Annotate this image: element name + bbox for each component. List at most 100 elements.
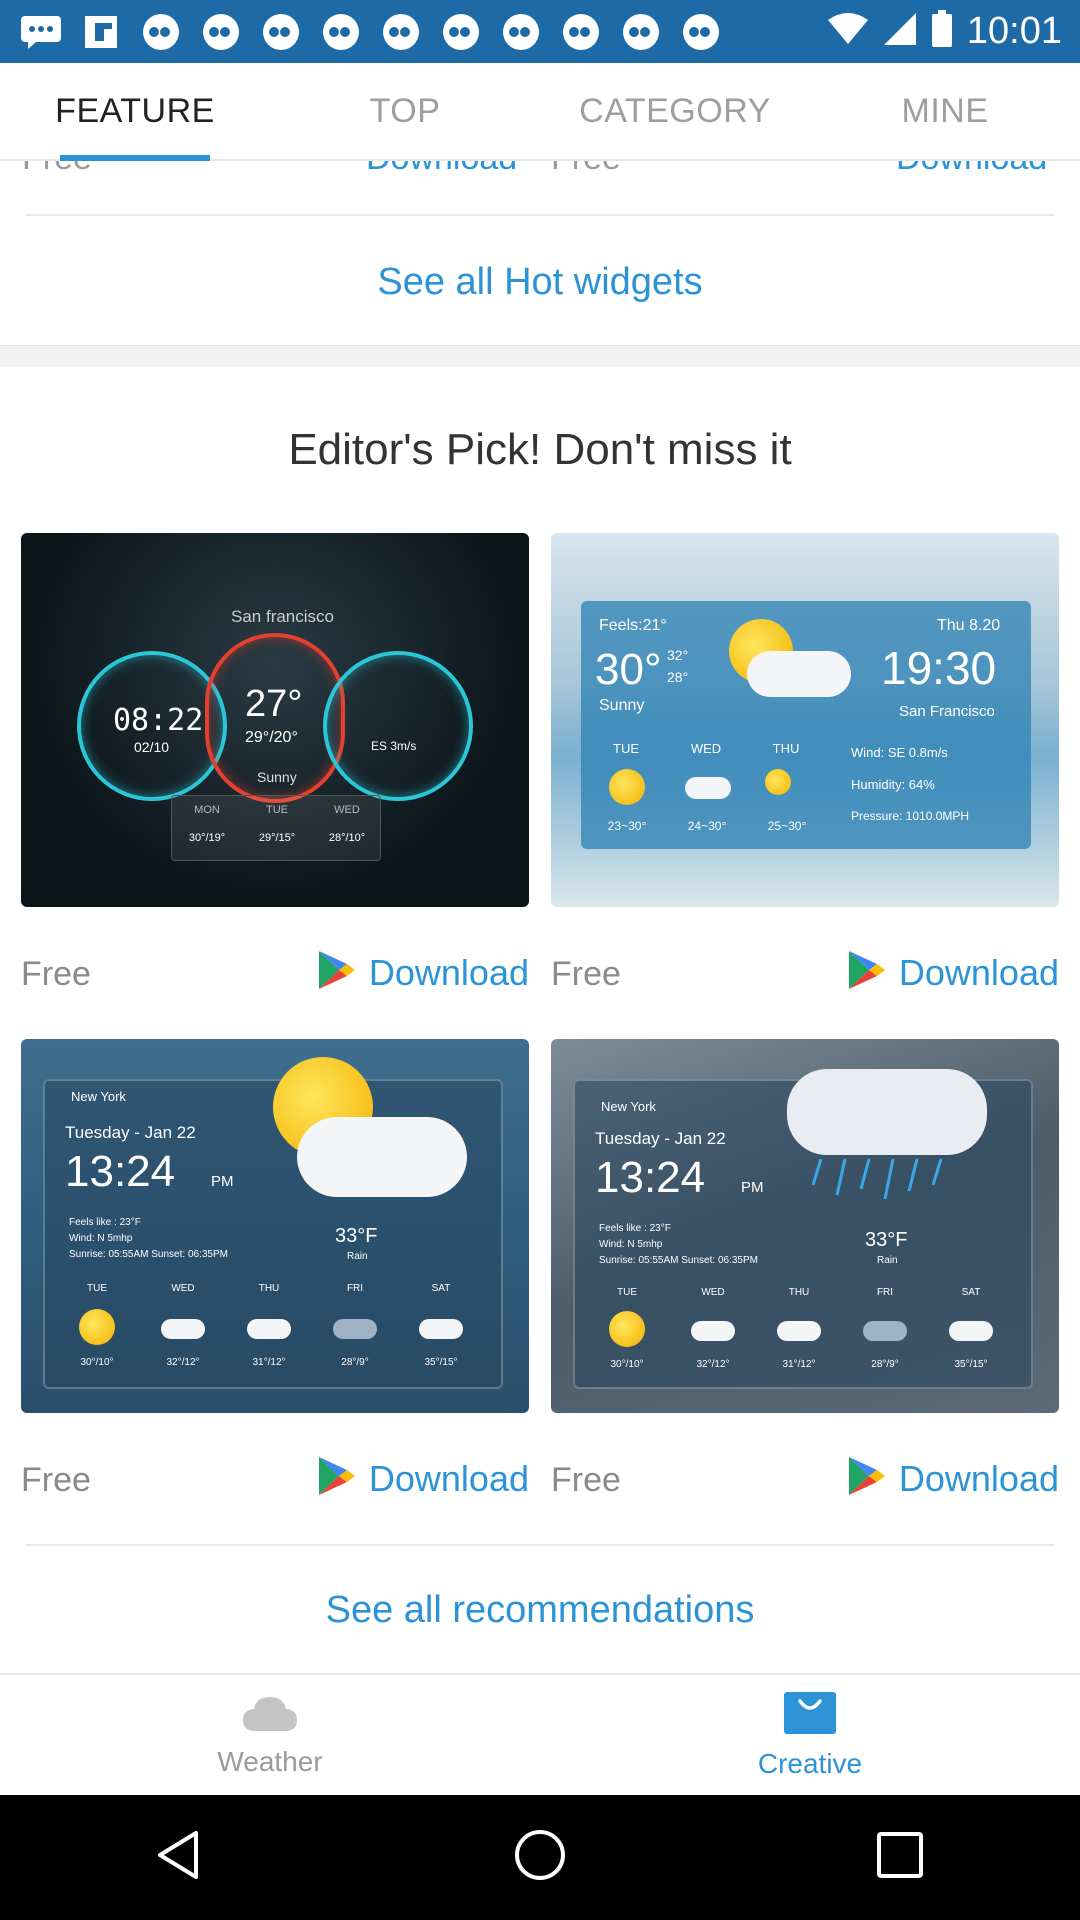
preview-condition: Sunny	[257, 769, 297, 785]
play-store-icon	[847, 949, 887, 996]
tab-category[interactable]: CATEGORY	[540, 63, 810, 159]
widget-card[interactable]: San francisco 08:22 02/10 27° 29°/20° Su…	[21, 533, 529, 1037]
forecast-temp: 31°/12°	[252, 1357, 286, 1368]
home-icon[interactable]	[512, 1827, 568, 1888]
forecast-temp: 31°/12°	[782, 1359, 816, 1370]
cloud-icon	[863, 1321, 907, 1341]
preview-wind: Wind: SE 0.8m/s	[851, 745, 948, 760]
preview-date: Thu 8.20	[937, 617, 1001, 634]
partial-card-row: Free Download Free Download	[0, 161, 1080, 179]
card-meta: Free Download	[21, 1413, 529, 1543]
play-store-icon	[317, 949, 357, 996]
sun-icon	[609, 1311, 645, 1347]
see-all-hot-widgets-link[interactable]: See all Hot widgets	[0, 261, 1080, 304]
tab-mine[interactable]: MINE	[810, 63, 1080, 159]
preview-date: 02/10	[134, 739, 170, 755]
forecast-day: TUE	[617, 1287, 637, 1298]
sun-icon	[765, 769, 791, 795]
widget-card[interactable]: New York Tuesday - Jan 22 13:24 PM Feels…	[21, 1039, 529, 1543]
abc-icon	[678, 9, 724, 55]
widget-preview-image[interactable]: San francisco 08:22 02/10 27° 29°/20° Su…	[21, 533, 529, 907]
widget-card[interactable]: Feels:21° 30° 32° 28° Sunny Thu 8.20 19:…	[551, 533, 1059, 1037]
top-tabs: FEATURE TOP CATEGORY MINE	[0, 63, 1080, 161]
preview-humidity: Humidity: 64%	[851, 777, 935, 792]
bottom-navigation: Weather Creative	[0, 1673, 1080, 1795]
divider	[26, 1544, 1054, 1546]
nav-creative[interactable]: Creative	[540, 1675, 1080, 1795]
sun-icon	[609, 769, 645, 805]
preview-city: New York	[71, 1089, 126, 1104]
partial-download-left[interactable]: Download	[366, 161, 517, 178]
preview-city: New York	[601, 1099, 656, 1114]
card-meta: Free Download	[551, 907, 1059, 1037]
download-button[interactable]: Download	[317, 949, 529, 996]
preview-range: 29°/20°	[245, 729, 298, 746]
forecast-range: 24~30°	[687, 819, 727, 833]
preview-condition: Rain	[877, 1255, 898, 1266]
preview-pressure: Pressure: 1010.0MPH	[851, 809, 970, 823]
abc-icon	[318, 9, 364, 55]
preview-date: Tuesday - Jan 22	[65, 1123, 196, 1142]
download-button[interactable]: Download	[317, 1455, 529, 1502]
preview-time: 13:24	[595, 1153, 706, 1202]
see-all-recommendations-link[interactable]: See all recommendations	[0, 1589, 1080, 1632]
wifi-icon	[827, 12, 869, 51]
shopping-bag-icon	[783, 1691, 837, 1740]
forecast-temp: 32°/12°	[696, 1359, 730, 1370]
forecast-temp: 35°/15°	[424, 1357, 458, 1368]
download-button[interactable]: Download	[847, 949, 1059, 996]
cloud-icon	[333, 1319, 377, 1339]
preview-feels: Feels:21°	[599, 617, 667, 634]
card-meta: Free Download	[551, 1413, 1059, 1543]
widget-preview-image[interactable]: New York Tuesday - Jan 22 13:24 PM Feels…	[21, 1039, 529, 1413]
preview-high: 32°	[667, 647, 689, 663]
forecast-temp: 28°/9°	[871, 1359, 899, 1370]
nav-weather[interactable]: Weather	[0, 1675, 540, 1795]
preview-city: San francisco	[231, 607, 334, 626]
tab-feature[interactable]: FEATURE	[0, 63, 270, 161]
preview-time: 13:24	[65, 1147, 176, 1196]
tab-top[interactable]: TOP	[270, 63, 540, 159]
abc-icon	[558, 9, 604, 55]
nav-weather-label: Weather	[217, 1745, 323, 1777]
preview-sunrise: Sunrise: 05:55AM Sunset: 06:35PM	[599, 1255, 758, 1266]
preview-temp: 33°F	[335, 1225, 378, 1247]
cloud-icon	[161, 1319, 205, 1339]
status-time: 10:01	[966, 10, 1062, 52]
status-bar: 10:01	[0, 0, 1080, 63]
cloud-icon	[247, 1319, 291, 1339]
preview-wind: Wind: N 5mhp	[69, 1233, 133, 1244]
recents-icon[interactable]	[872, 1827, 928, 1888]
forecast-day: FRI	[346, 1283, 364, 1294]
forecast-temp: 30°/10°	[610, 1359, 644, 1370]
forecast-day: THU	[788, 1287, 810, 1298]
back-icon[interactable]	[152, 1827, 208, 1888]
partial-price-left: Free	[22, 161, 92, 178]
forecast-day: FRI	[876, 1287, 894, 1298]
abc-icon	[198, 9, 244, 55]
widget-preview-image[interactable]: Feels:21° 30° 32° 28° Sunny Thu 8.20 19:…	[551, 533, 1059, 907]
abc-icon	[438, 9, 484, 55]
widget-card[interactable]: New York Tuesday - Jan 22 13:24 PM Feels…	[551, 1039, 1059, 1543]
cloud-icon	[747, 651, 851, 697]
forecast-temp: 30°/10°	[80, 1357, 114, 1368]
cloud-icon	[949, 1321, 993, 1341]
widget-preview-image[interactable]: New York Tuesday - Jan 22 13:24 PM Feels…	[551, 1039, 1059, 1413]
partial-download-right[interactable]: Download	[896, 161, 1047, 178]
preview-forecast: MON TUE WED 30°/19° 29°/15° 28°/10°	[171, 795, 381, 861]
forecast-temp: 30°/19°	[188, 832, 226, 844]
section-separator	[0, 345, 1080, 367]
abc-icon	[138, 9, 184, 55]
battery-icon	[931, 10, 953, 53]
preview-condition: Sunny	[599, 697, 645, 714]
forecast-range: 25~30°	[767, 819, 807, 833]
price-label: Free	[551, 1461, 621, 1499]
preview-temp: 30°	[595, 645, 662, 694]
cloud-icon	[691, 1321, 735, 1341]
forecast-day: THU	[772, 741, 800, 756]
preview-wind: Wind: N 5mhp	[599, 1239, 663, 1250]
download-button[interactable]: Download	[847, 1455, 1059, 1502]
preview-gauge	[323, 651, 473, 801]
price-label: Free	[551, 955, 621, 993]
preview-wind: ES 3m/s	[371, 739, 417, 753]
